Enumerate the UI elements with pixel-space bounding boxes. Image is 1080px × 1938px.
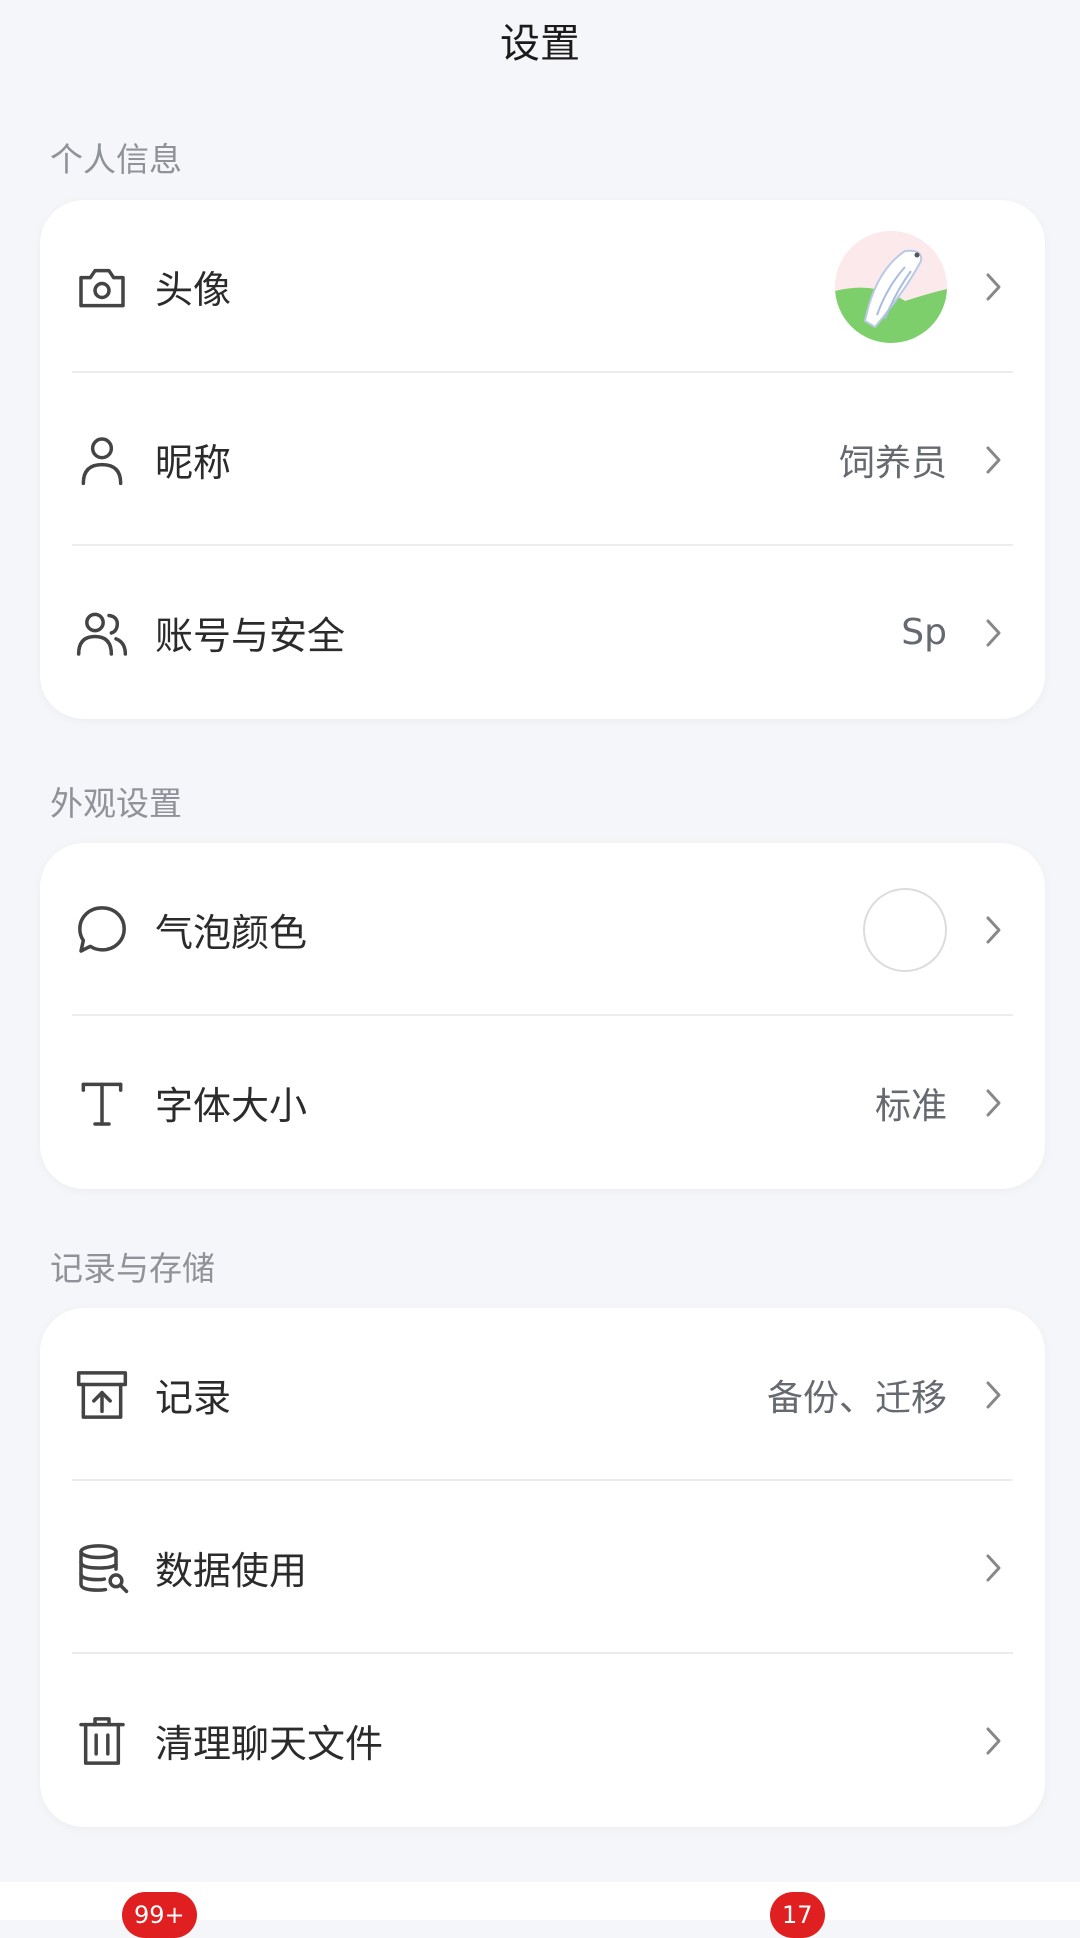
card-records-storage: 记录 备份、迁移 数据使用 清理聊天文件	[40, 1308, 1045, 1827]
card-personal-info: 头像 昵称 饲养员 账号与安全 Sp	[40, 200, 1045, 719]
row-nickname-label: 昵称	[155, 441, 232, 485]
row-nickname[interactable]: 昵称 饲养员	[40, 373, 1045, 546]
section-label-appearance: 外观设置	[50, 784, 182, 823]
chat-bubble-icon	[74, 902, 130, 958]
section-label-personal-info: 个人信息	[50, 140, 182, 179]
chevron-right-icon	[983, 442, 1005, 478]
row-account-security[interactable]: 账号与安全 Sp	[40, 546, 1045, 719]
chevron-right-icon	[983, 912, 1005, 948]
row-font-size[interactable]: 字体大小 标准	[40, 1016, 1045, 1189]
page-title: 设置	[500, 21, 580, 67]
row-avatar-label: 头像	[155, 268, 232, 312]
chevron-right-icon	[983, 615, 1005, 651]
chevron-right-icon	[983, 269, 1005, 305]
row-clear-chat-files-label: 清理聊天文件	[155, 1722, 384, 1766]
card-appearance: 气泡颜色 字体大小 标准	[40, 843, 1045, 1189]
unread-badge: 99+	[122, 1892, 197, 1938]
row-records-label: 记录	[155, 1376, 232, 1420]
row-nickname-value: 饲养员	[838, 442, 947, 484]
camera-icon	[74, 259, 130, 315]
row-data-usage[interactable]: 数据使用	[40, 1481, 1045, 1654]
text-t-icon	[74, 1075, 130, 1131]
chevron-right-icon	[983, 1550, 1005, 1586]
database-search-icon	[74, 1540, 130, 1596]
row-font-size-label: 字体大小	[155, 1084, 308, 1128]
row-account-security-label: 账号与安全	[155, 614, 346, 658]
users-icon	[74, 605, 130, 661]
row-clear-chat-files[interactable]: 清理聊天文件	[40, 1654, 1045, 1827]
row-bubble-color-label: 气泡颜色	[155, 911, 308, 955]
chevron-right-icon	[983, 1085, 1005, 1121]
row-bubble-color[interactable]: 气泡颜色	[40, 843, 1045, 1016]
row-font-size-value: 标准	[874, 1085, 947, 1127]
section-label-records-storage: 记录与存储	[50, 1249, 215, 1288]
chevron-right-icon	[983, 1723, 1005, 1759]
unread-badge: 17	[770, 1892, 825, 1938]
row-avatar[interactable]: 头像	[40, 200, 1045, 373]
row-records-value: 备份、迁移	[766, 1377, 947, 1419]
row-account-security-value: Sp	[901, 612, 947, 653]
archive-upload-icon	[74, 1367, 130, 1423]
color-swatch	[863, 887, 947, 972]
row-data-usage-label: 数据使用	[155, 1549, 308, 1593]
user-icon	[74, 432, 130, 488]
trash-icon	[74, 1713, 130, 1769]
chevron-right-icon	[983, 1377, 1005, 1413]
avatar	[835, 230, 947, 343]
row-records[interactable]: 记录 备份、迁移	[40, 1308, 1045, 1481]
